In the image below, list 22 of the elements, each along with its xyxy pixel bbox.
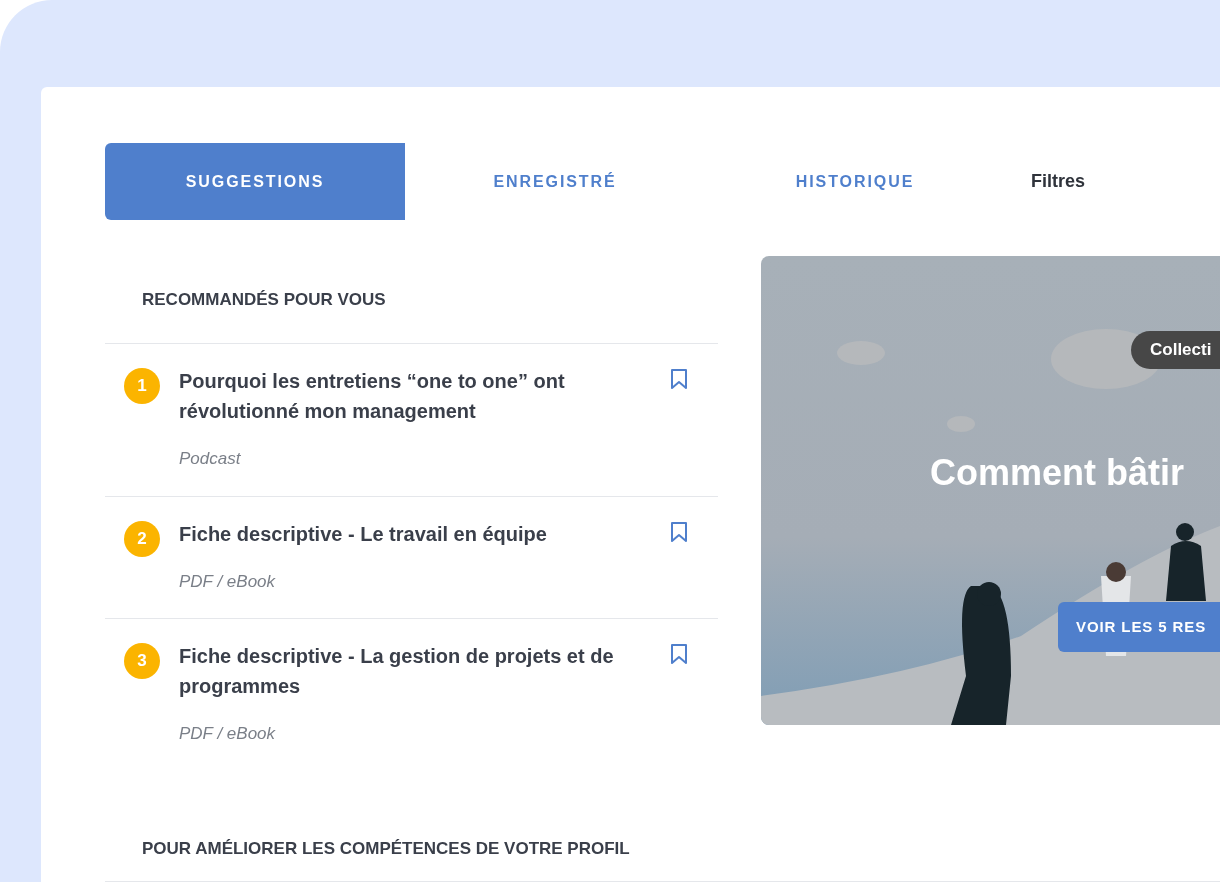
bookmark-icon[interactable] [670,520,688,543]
collection-card[interactable]: Collecti Comment bâtir VOIR LES 5 RES [761,256,1220,725]
collection-badge: Collecti [1131,331,1220,369]
filters-link[interactable]: Filtres [1031,168,1086,195]
item-type: PDF / eBook [179,570,277,593]
rank-badge: 2 [124,520,160,557]
rank-badge: 3 [124,643,160,679]
bookmark-icon[interactable] [670,368,688,390]
tab[interactable]: ENREGISTRÉ [405,143,705,220]
item-type: PDF / eBook [179,723,277,745]
tab[interactable]: HISTORIQUE [705,143,1005,220]
item-title[interactable]: Pourquoi les entretiens “one to one” ont révolutionné mon management [179,366,670,426]
rank-badge: 1 [124,368,160,404]
item-title[interactable]: Fiche descriptive - Le travail en équipe [179,518,670,549]
card-title: Comment bâtir [930,451,1185,495]
section-heading: RECOMMANDÉS POUR VOUS [105,256,718,344]
tab[interactable]: SUGGESTIONS [105,143,405,220]
section-heading: POUR AMÉLIORER LES COMPÉTENCES DE VOTRE PROFIL [105,815,1220,882]
view-resources-button[interactable]: VOIR LES 5 RES [1058,602,1220,652]
item-type: Podcast [179,448,242,470]
item-title[interactable]: Fiche descriptive - La gestion de projets et de programmes [179,641,670,701]
bookmark-icon[interactable] [670,643,688,665]
